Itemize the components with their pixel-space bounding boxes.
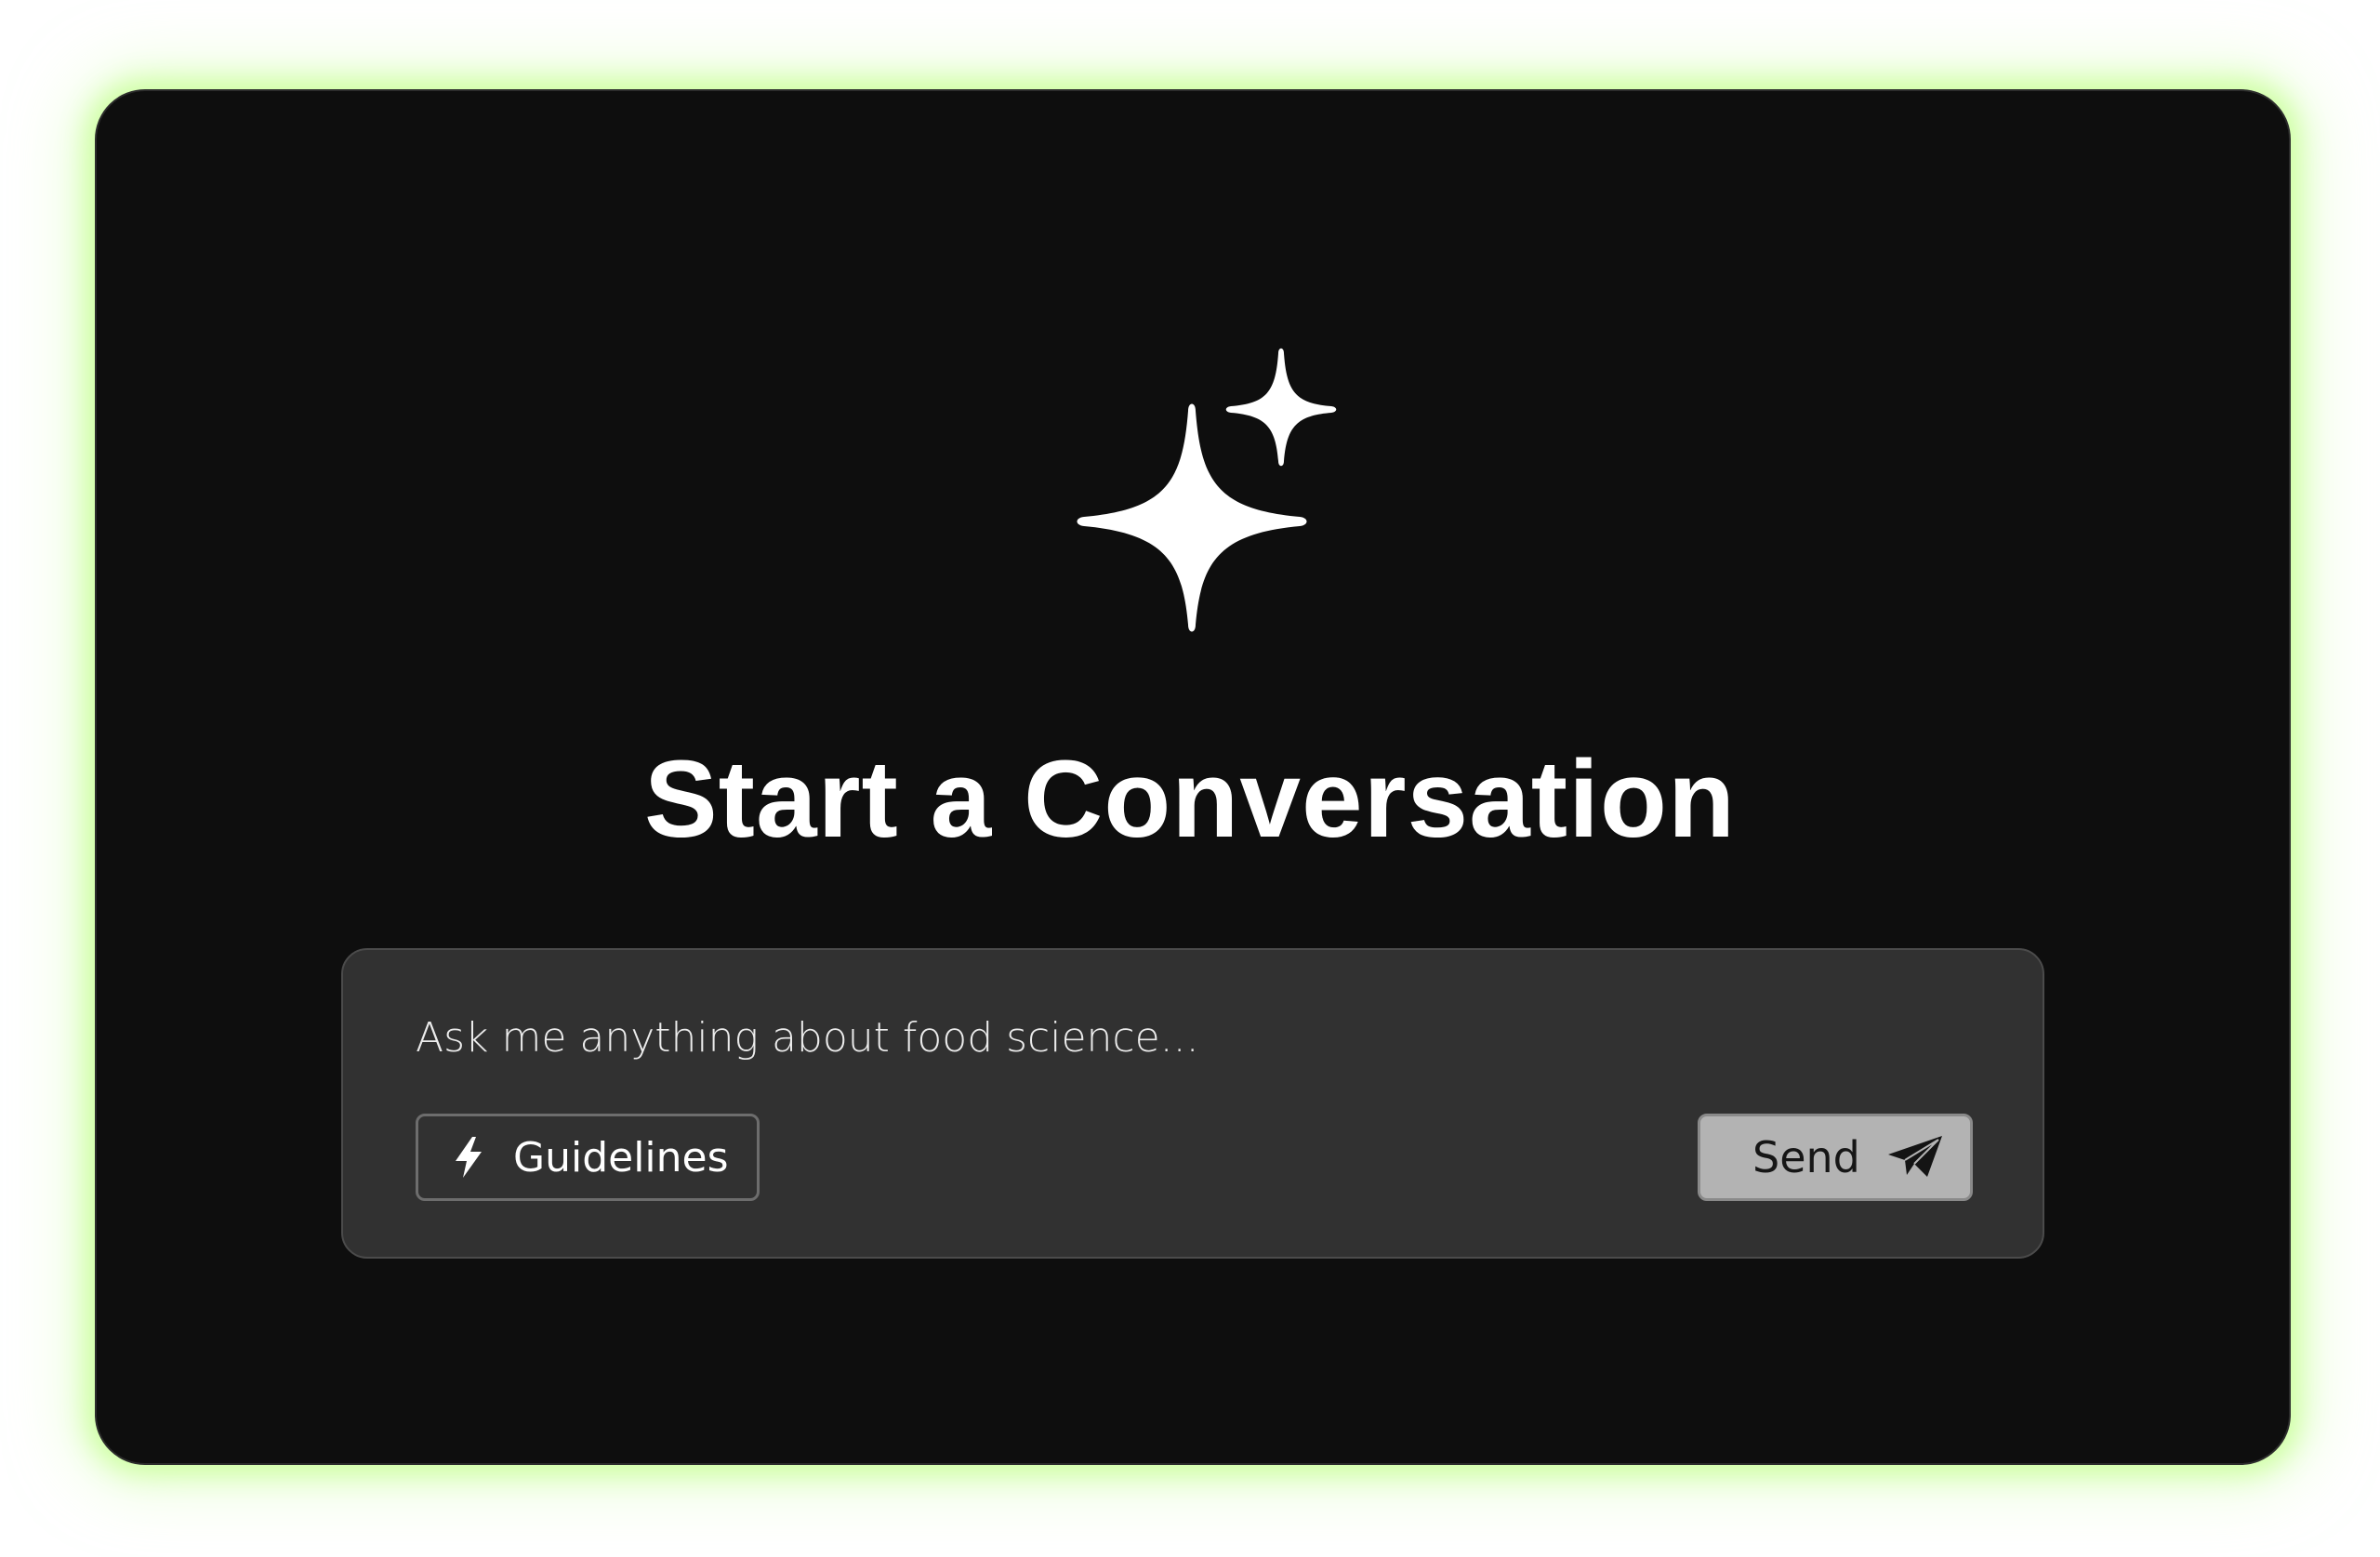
guidelines-button-label: Guidelines: [513, 1133, 729, 1181]
send-button-label: Send: [1752, 1132, 1860, 1182]
small-sparkle-shape: [1225, 348, 1337, 467]
paper-plane-icon: [1887, 1136, 1942, 1177]
large-sparkle-shape: [1077, 403, 1307, 632]
message-input[interactable]: [416, 1008, 1903, 1067]
sparkles-icon: [1077, 348, 1337, 632]
lightning-bolt-icon: [456, 1137, 482, 1178]
guidelines-button[interactable]: Guidelines: [416, 1114, 760, 1201]
send-button[interactable]: Send: [1698, 1114, 1973, 1201]
message-composer: Guidelines Send: [341, 948, 2044, 1259]
page-title: Start a Conversation: [643, 738, 1737, 861]
